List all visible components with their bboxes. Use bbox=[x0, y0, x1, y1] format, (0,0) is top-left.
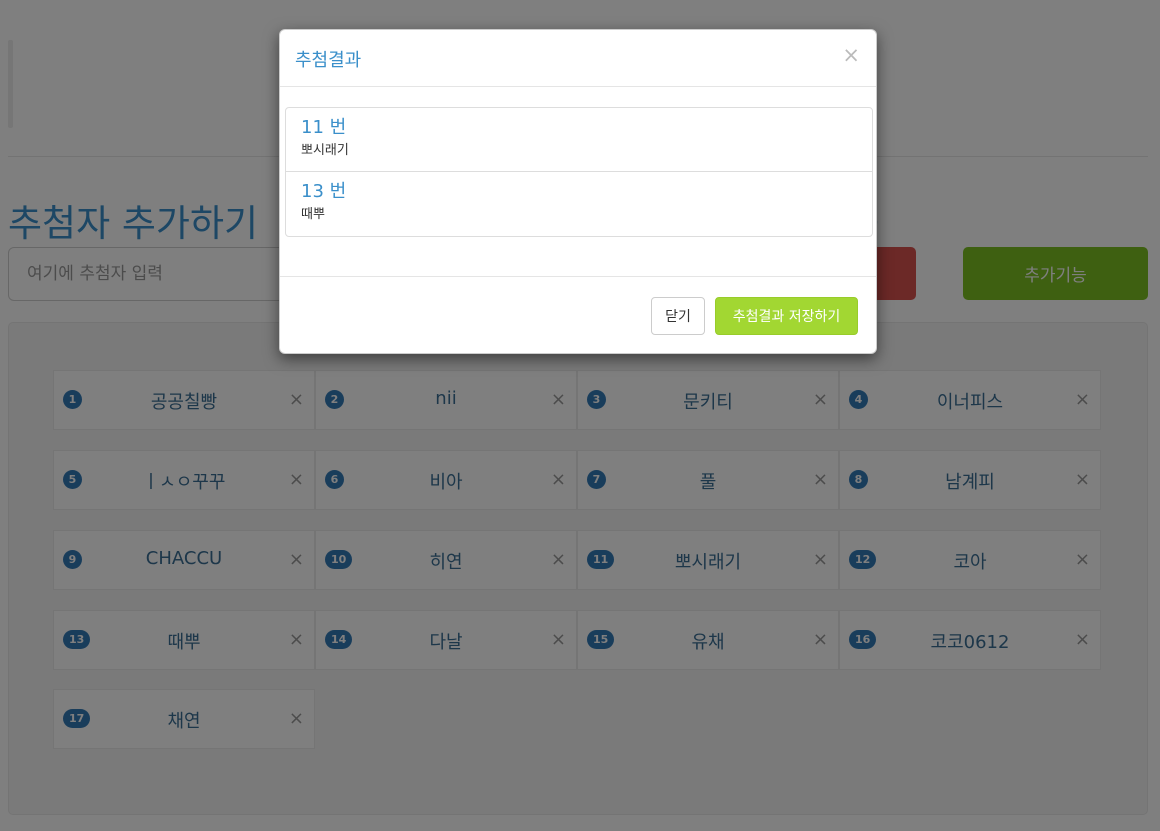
close-icon[interactable]: × bbox=[842, 45, 860, 66]
result-name: 뽀시래기 bbox=[301, 143, 349, 158]
result-number: 13 번 bbox=[301, 181, 347, 202]
modal-header: 추첨결과 × bbox=[280, 30, 876, 87]
modal-title: 추첨결과 bbox=[295, 50, 362, 71]
close-button[interactable]: 닫기 bbox=[651, 297, 705, 335]
draw-result-modal: 추첨결과 × 11 번 뽀시래기 13 번 때뿌 닫기 추첨결과 저장하기 bbox=[279, 29, 877, 354]
save-results-button[interactable]: 추첨결과 저장하기 bbox=[715, 297, 858, 335]
result-item: 11 번 뽀시래기 bbox=[286, 108, 872, 172]
result-item: 13 번 때뿌 bbox=[286, 172, 872, 236]
result-list: 11 번 뽀시래기 13 번 때뿌 bbox=[285, 107, 873, 237]
modal-footer: 닫기 추첨결과 저장하기 bbox=[280, 276, 876, 353]
result-number: 11 번 bbox=[301, 117, 347, 138]
result-name: 때뿌 bbox=[301, 207, 325, 222]
